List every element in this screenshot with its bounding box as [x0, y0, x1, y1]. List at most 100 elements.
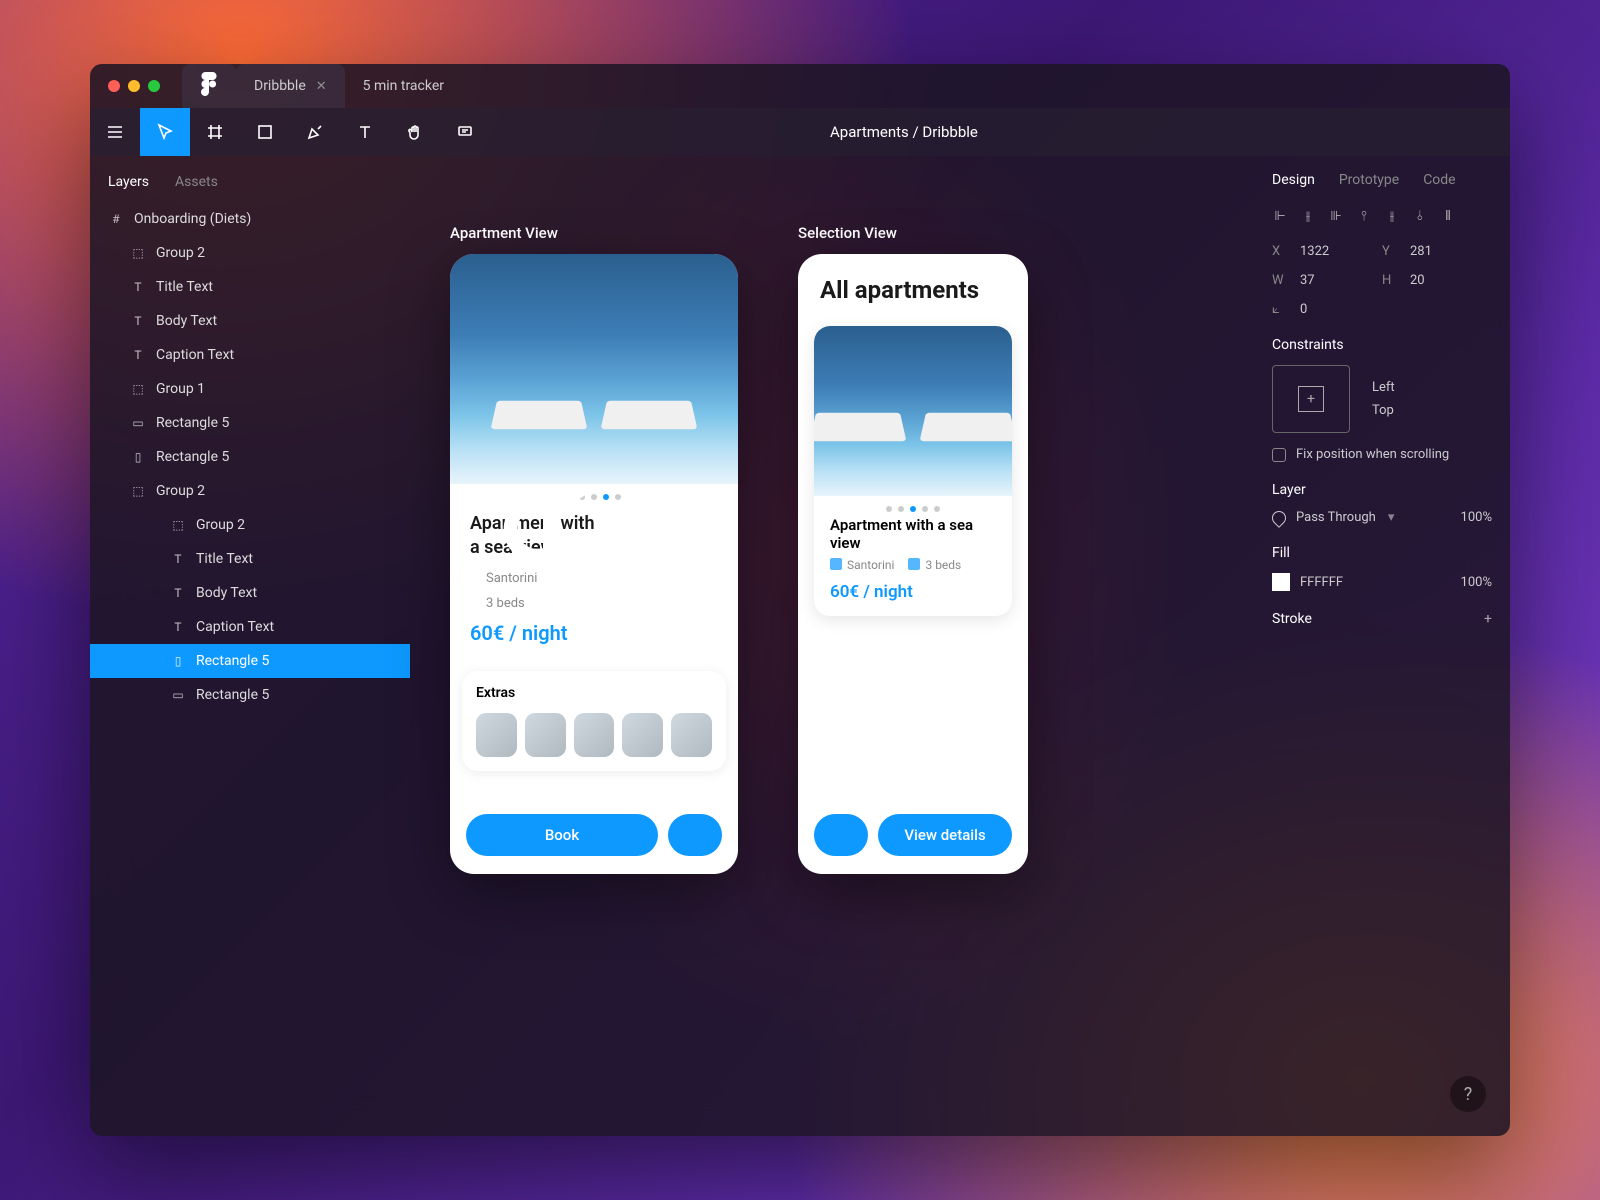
w-value[interactable]: 37: [1300, 273, 1315, 288]
layer-opacity[interactable]: 100%: [1461, 510, 1492, 525]
extra-thumb[interactable]: [574, 713, 615, 757]
fix-position-label: Fix position when scrolling: [1296, 447, 1449, 462]
listing-price: 60€ / night: [814, 578, 1012, 616]
fix-position-checkbox[interactable]: [1272, 448, 1286, 462]
hero-image: [450, 254, 738, 484]
maximize-window-icon[interactable]: [148, 80, 160, 92]
text-icon: T: [130, 280, 146, 294]
book-button[interactable]: Book: [466, 814, 658, 856]
layer-text[interactable]: TCaption Text: [90, 610, 410, 644]
text-icon: T: [170, 552, 186, 566]
layer-group[interactable]: ⬚Group 1: [90, 372, 410, 406]
layer-heading: Layer: [1272, 482, 1492, 498]
layer-group[interactable]: ⬚Group 2: [90, 508, 410, 542]
tab-label: Dribbble: [254, 78, 306, 94]
y-value[interactable]: 281: [1410, 244, 1432, 259]
text-icon: T: [130, 314, 146, 328]
rotation-value[interactable]: 0: [1300, 302, 1307, 317]
view-details-button[interactable]: View details: [878, 814, 1012, 856]
app-window: Dribbble ✕ 5 min tracker Apartments / Dr…: [90, 64, 1510, 1136]
constraint-h[interactable]: Left: [1372, 380, 1395, 395]
artboard-label[interactable]: Selection View: [798, 224, 1028, 242]
pen-tool[interactable]: [290, 108, 340, 156]
fill-hex[interactable]: FFFFFF: [1300, 575, 1343, 590]
listing-price: 60€ / night: [470, 621, 718, 645]
constraints-widget[interactable]: [1272, 365, 1350, 433]
layer-rect[interactable]: ▭Rectangle 5: [90, 678, 410, 712]
align-top-icon[interactable]: ⫯: [1356, 208, 1372, 224]
group-icon: ⬚: [130, 382, 146, 396]
help-button[interactable]: ?: [1450, 1076, 1486, 1112]
extras-card: Extras: [462, 671, 726, 771]
distribute-icon[interactable]: ⦀: [1440, 208, 1456, 224]
add-stroke-icon[interactable]: +: [1484, 611, 1492, 627]
text-tool[interactable]: [340, 108, 390, 156]
align-vcenter-icon[interactable]: ⫲: [1384, 208, 1400, 224]
tab-tracker[interactable]: 5 min tracker: [345, 64, 462, 108]
align-hcenter-icon[interactable]: ⫲: [1300, 208, 1316, 224]
blend-mode[interactable]: Pass Through: [1296, 510, 1376, 525]
blend-mode-icon: [1269, 508, 1289, 528]
menu-button[interactable]: [90, 108, 140, 156]
layer-mobile[interactable]: ▯Rectangle 5: [90, 440, 410, 474]
x-value[interactable]: 1322: [1300, 244, 1329, 259]
move-tool[interactable]: [140, 108, 190, 156]
fill-opacity[interactable]: 100%: [1461, 575, 1492, 590]
layer-group[interactable]: ⬚Group 2: [90, 474, 410, 508]
rotation-icon: ⟀: [1272, 302, 1288, 317]
listing-beds: 3 beds: [470, 596, 718, 611]
hand-tool[interactable]: [390, 108, 440, 156]
extras-label: Extras: [476, 685, 712, 701]
artboard-label[interactable]: Apartment View: [450, 224, 738, 242]
phone-frame[interactable]: All apartments Apartment with a sea view…: [798, 254, 1028, 874]
close-icon[interactable]: ✕: [316, 79, 327, 94]
secondary-button[interactable]: [814, 814, 868, 856]
layer-text[interactable]: TTitle Text: [90, 542, 410, 576]
tab-code[interactable]: Code: [1423, 172, 1455, 188]
document-title: Apartments / Dribbble: [830, 123, 978, 141]
align-bottom-icon[interactable]: ⫰: [1412, 208, 1428, 224]
constraint-v[interactable]: Top: [1372, 403, 1395, 418]
listing-card[interactable]: Apartment with a sea view Santorini3 bed…: [814, 326, 1012, 616]
tab-figma-home[interactable]: [182, 64, 236, 108]
tab-layers[interactable]: Layers: [108, 174, 149, 190]
layer-text[interactable]: TCaption Text: [90, 338, 410, 372]
chevron-down-icon[interactable]: ▾: [1388, 510, 1395, 525]
canvas[interactable]: Apartment View Apartment with a sea view…: [410, 156, 1254, 1136]
frame-icon: #: [108, 212, 124, 226]
fill-swatch[interactable]: [1272, 573, 1290, 591]
extra-thumb[interactable]: [525, 713, 566, 757]
inspector-panel: Design Prototype Code ⊩ ⫲ ⊪ ⫯ ⫲ ⫰ ⦀ X132…: [1254, 156, 1510, 1136]
stroke-heading: Stroke: [1272, 611, 1312, 627]
tab-design[interactable]: Design: [1272, 172, 1315, 188]
align-left-icon[interactable]: ⊩: [1272, 208, 1288, 224]
listing-location: Santorini: [470, 571, 718, 586]
layer-group[interactable]: ⬚Group 2: [90, 236, 410, 270]
layer-text[interactable]: TTitle Text: [90, 270, 410, 304]
frame-tool[interactable]: [190, 108, 240, 156]
page-dots: [814, 496, 1012, 516]
extra-thumb[interactable]: [671, 713, 712, 757]
tab-prototype[interactable]: Prototype: [1339, 172, 1399, 188]
minimize-window-icon[interactable]: [128, 80, 140, 92]
layer-rect[interactable]: ▭Rectangle 5: [90, 406, 410, 440]
tab-assets[interactable]: Assets: [175, 174, 218, 190]
close-window-icon[interactable]: [108, 80, 120, 92]
extra-thumb[interactable]: [476, 713, 517, 757]
group-icon: ⬚: [130, 484, 146, 498]
group-icon: ⬚: [170, 518, 186, 532]
layer-text[interactable]: TBody Text: [90, 304, 410, 338]
mobile-icon: ▯: [130, 450, 146, 464]
layer-text[interactable]: TBody Text: [90, 576, 410, 610]
layer-frame[interactable]: #Onboarding (Diets): [90, 202, 410, 236]
mobile-icon: ▯: [170, 654, 186, 668]
rectangle-tool[interactable]: [240, 108, 290, 156]
h-value[interactable]: 20: [1410, 273, 1425, 288]
tab-dribbble[interactable]: Dribbble ✕: [236, 64, 345, 108]
align-right-icon[interactable]: ⊪: [1328, 208, 1344, 224]
extra-thumb[interactable]: [622, 713, 663, 757]
comment-tool[interactable]: [440, 108, 490, 156]
layer-mobile-selected[interactable]: ▯Rectangle 5: [90, 644, 410, 678]
secondary-button[interactable]: [668, 814, 722, 856]
artboard-selection-view: Selection View All apartments Apartment …: [798, 224, 1028, 1068]
